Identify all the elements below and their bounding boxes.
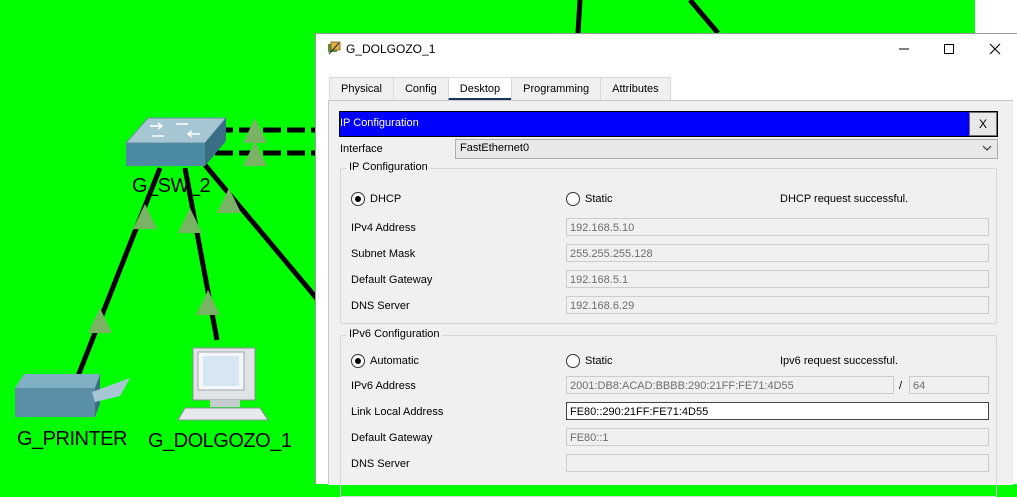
pc-label: G_DOLGOZO_1	[148, 430, 292, 452]
switch-icon[interactable]	[124, 117, 228, 166]
ipv4-address-field[interactable]: 192.168.5.10	[566, 218, 989, 236]
printer-icon[interactable]	[15, 374, 130, 417]
default-gateway-field[interactable]: 192.168.5.1	[566, 270, 989, 288]
interface-value: FastEthernet0	[460, 142, 530, 154]
ipv4-address-label: IPv4 Address	[351, 222, 416, 234]
close-button[interactable]	[972, 34, 1017, 64]
static-label: Static	[585, 193, 613, 205]
link-marker	[88, 308, 112, 333]
ip-config-header: IP Configuration X	[339, 111, 998, 137]
radio-selected-dot	[355, 358, 361, 364]
dhcp-label: DHCP	[370, 193, 402, 205]
ipv6-dns-label: DNS Server	[351, 458, 410, 470]
ip-config-close-button[interactable]: X	[969, 112, 997, 136]
tab-desktop[interactable]: Desktop	[447, 77, 513, 101]
ipv6-group-title: IPv6 Configuration	[347, 328, 442, 340]
automatic-radio[interactable]	[351, 354, 365, 368]
default-gateway-label: Default Gateway	[351, 274, 433, 286]
prefix-slash: /	[899, 380, 903, 392]
ipv6-status: Ipv6 request successful.	[780, 355, 899, 367]
subnet-mask-field[interactable]: 255.255.255.128	[566, 244, 989, 262]
switch-label: G_SW_2	[132, 175, 211, 197]
automatic-label: Automatic	[370, 355, 419, 367]
static-radio[interactable]	[566, 192, 580, 206]
minimize-button[interactable]	[881, 34, 927, 64]
ipv4-group: IP Configuration DHCP Static DHCP reques…	[340, 161, 997, 324]
dhcp-radio[interactable]	[351, 192, 365, 206]
tab-config[interactable]: Config	[392, 77, 449, 101]
radio-selected-dot	[355, 196, 361, 202]
app-icon	[328, 41, 341, 55]
tab-attributes[interactable]: Attributes	[600, 77, 671, 101]
tab-programming[interactable]: Programming	[511, 77, 602, 101]
link-local-label: Link Local Address	[351, 406, 444, 418]
tab-physical[interactable]: Physical	[329, 77, 394, 101]
device-window: G_DOLGOZO_1 Physical Config Desktop Prog…	[315, 33, 1017, 497]
dhcp-status: DHCP request successful.	[780, 193, 909, 205]
ip-config-title: IP Configuration	[340, 117, 419, 129]
link-top-1[interactable]	[575, 0, 583, 34]
interface-label: Interface	[340, 143, 383, 155]
chevron-down-icon	[982, 145, 992, 151]
link-printer-switch[interactable]	[75, 167, 163, 377]
ipv6-static-radio[interactable]	[566, 354, 580, 368]
link-switch-router[interactable]	[203, 163, 320, 302]
canvas-corner	[975, 0, 1017, 34]
ipv6-group: IPv6 Configuration Automatic Static Ipv6…	[340, 328, 997, 497]
window-title: G_DOLGOZO_1	[346, 42, 436, 56]
ipv6-gateway-label: Default Gateway	[351, 432, 433, 444]
close-icon	[989, 43, 1001, 55]
ipv6-dns-field[interactable]	[566, 454, 989, 472]
dns-server-label: DNS Server	[351, 300, 410, 312]
link-marker	[196, 290, 220, 315]
link-marker	[133, 204, 157, 229]
maximize-icon	[944, 44, 954, 54]
ipv6-gateway-field[interactable]: FE80::1	[566, 428, 989, 446]
ipv4-group-title: IP Configuration	[347, 161, 430, 173]
printer-label: G_PRINTER	[17, 428, 127, 450]
ipv6-address-label: IPv6 Address	[351, 380, 416, 392]
minimize-icon	[899, 48, 909, 50]
desktop-content: IP Configuration X Interface FastEtherne…	[328, 100, 1013, 497]
link-marker	[178, 208, 202, 233]
ipv6-prefix-field[interactable]: 64	[909, 376, 989, 394]
title-bar[interactable]: G_DOLGOZO_1	[316, 34, 1017, 64]
tab-strip: Physical Config Desktop Programming Attr…	[329, 77, 671, 101]
link-top-2[interactable]	[688, 0, 720, 35]
maximize-button[interactable]	[926, 34, 972, 64]
subnet-mask-label: Subnet Mask	[351, 248, 416, 260]
dns-server-field[interactable]: 192.168.6.29	[566, 296, 989, 314]
ipv6-address-field[interactable]: 2001:DB8:ACAD:BBBB:290:21FF:FE71:4D55	[566, 376, 894, 394]
ipv6-static-label: Static	[585, 355, 613, 367]
link-local-field[interactable]: FE80::290:21FF:FE71:4D55	[566, 402, 989, 420]
pc-icon[interactable]	[177, 347, 269, 421]
interface-select[interactable]: FastEthernet0	[455, 139, 998, 159]
